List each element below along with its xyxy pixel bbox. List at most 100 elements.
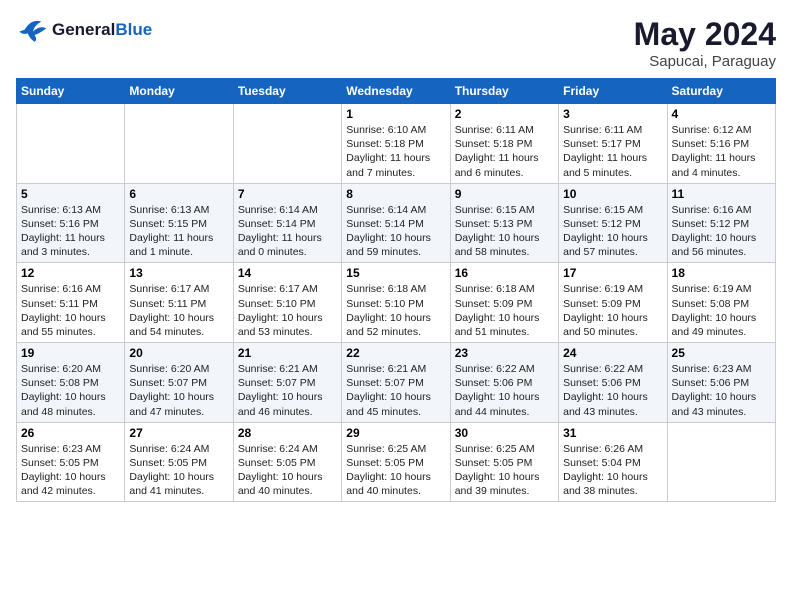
calendar-cell: 7 Sunrise: 6:14 AM Sunset: 5:14 PM Daylig…	[233, 183, 341, 263]
day-number: 21	[238, 346, 337, 360]
day-info: Sunrise: 6:17 AM Sunset: 5:10 PM Dayligh…	[238, 282, 337, 339]
logo: GeneralBlue	[16, 16, 152, 44]
calendar-cell: 12Sunrise: 6:16 AM Sunset: 5:11 PM Dayli…	[17, 263, 125, 343]
day-info: Sunrise: 6:14 AM Sunset: 5:14 PM Dayligh…	[238, 203, 337, 260]
day-number: 5	[21, 187, 120, 201]
day-info: Sunrise: 6:22 AM Sunset: 5:06 PM Dayligh…	[563, 362, 662, 419]
weekday-header-monday: Monday	[125, 79, 233, 104]
day-info: Sunrise: 6:25 AM Sunset: 5:05 PM Dayligh…	[346, 442, 445, 499]
day-info: Sunrise: 6:19 AM Sunset: 5:08 PM Dayligh…	[672, 282, 771, 339]
day-number: 11	[672, 187, 771, 201]
day-info: Sunrise: 6:25 AM Sunset: 5:05 PM Dayligh…	[455, 442, 554, 499]
weekday-header-saturday: Saturday	[667, 79, 775, 104]
day-number: 27	[129, 426, 228, 440]
calendar-cell: 26 Sunrise: 6:23 AM Sunset: 5:05 PM Dayli…	[17, 422, 125, 502]
day-info: Sunrise: 6:15 AM Sunset: 5:13 PM Dayligh…	[455, 203, 554, 260]
day-number: 25	[672, 346, 771, 360]
day-number: 30	[455, 426, 554, 440]
day-number: 7	[238, 187, 337, 201]
calendar-cell: 15 Sunrise: 6:18 AM Sunset: 5:10 PM Dayli…	[342, 263, 450, 343]
day-info: Sunrise: 6:19 AM Sunset: 5:09 PM Dayligh…	[563, 282, 662, 339]
calendar-cell: 14 Sunrise: 6:17 AM Sunset: 5:10 PM Dayli…	[233, 263, 341, 343]
day-number: 10	[563, 187, 662, 201]
calendar-cell: 11Sunrise: 6:16 AM Sunset: 5:12 PM Dayli…	[667, 183, 775, 263]
day-info: Sunrise: 6:18 AM Sunset: 5:09 PM Dayligh…	[455, 282, 554, 339]
weekday-header-tuesday: Tuesday	[233, 79, 341, 104]
day-number: 23	[455, 346, 554, 360]
calendar-cell: 27Sunrise: 6:24 AM Sunset: 5:05 PM Dayli…	[125, 422, 233, 502]
calendar-cell: 31 Sunrise: 6:26 AM Sunset: 5:04 PM Dayli…	[559, 422, 667, 502]
weekday-header-sunday: Sunday	[17, 79, 125, 104]
calendar-cell	[667, 422, 775, 502]
day-info: Sunrise: 6:13 AM Sunset: 5:16 PM Dayligh…	[21, 203, 120, 260]
day-info: Sunrise: 6:11 AM Sunset: 5:18 PM Dayligh…	[455, 123, 554, 180]
day-number: 15	[346, 266, 445, 280]
calendar-cell: 8 Sunrise: 6:14 AM Sunset: 5:14 PM Daylig…	[342, 183, 450, 263]
day-number: 22	[346, 346, 445, 360]
calendar-week-row: 19 Sunrise: 6:20 AM Sunset: 5:08 PM Dayli…	[17, 343, 776, 423]
day-number: 1	[346, 107, 445, 121]
day-info: Sunrise: 6:23 AM Sunset: 5:05 PM Dayligh…	[21, 442, 120, 499]
day-info: Sunrise: 6:17 AM Sunset: 5:11 PM Dayligh…	[129, 282, 228, 339]
day-number: 9	[455, 187, 554, 201]
day-info: Sunrise: 6:20 AM Sunset: 5:08 PM Dayligh…	[21, 362, 120, 419]
weekday-header-row: SundayMondayTuesdayWednesdayThursdayFrid…	[17, 79, 776, 104]
calendar-week-row: 26 Sunrise: 6:23 AM Sunset: 5:05 PM Dayli…	[17, 422, 776, 502]
day-number: 31	[563, 426, 662, 440]
title-block: May 2024 Sapucai, Paraguay	[634, 16, 776, 70]
calendar-cell: 23 Sunrise: 6:22 AM Sunset: 5:06 PM Dayli…	[450, 343, 558, 423]
month-year-title: May 2024	[634, 16, 776, 53]
calendar-cell: 28Sunrise: 6:24 AM Sunset: 5:05 PM Dayli…	[233, 422, 341, 502]
day-number: 29	[346, 426, 445, 440]
day-number: 8	[346, 187, 445, 201]
day-number: 17	[563, 266, 662, 280]
calendar-cell: 1 Sunrise: 6:10 AM Sunset: 5:18 PM Daylig…	[342, 104, 450, 184]
day-number: 4	[672, 107, 771, 121]
calendar-cell: 5 Sunrise: 6:13 AM Sunset: 5:16 PM Daylig…	[17, 183, 125, 263]
day-info: Sunrise: 6:22 AM Sunset: 5:06 PM Dayligh…	[455, 362, 554, 419]
calendar-week-row: 12Sunrise: 6:16 AM Sunset: 5:11 PM Dayli…	[17, 263, 776, 343]
day-number: 24	[563, 346, 662, 360]
logo-text: GeneralBlue	[52, 21, 152, 40]
weekday-header-friday: Friday	[559, 79, 667, 104]
calendar-cell: 21Sunrise: 6:21 AM Sunset: 5:07 PM Dayli…	[233, 343, 341, 423]
day-info: Sunrise: 6:26 AM Sunset: 5:04 PM Dayligh…	[563, 442, 662, 499]
day-info: Sunrise: 6:21 AM Sunset: 5:07 PM Dayligh…	[346, 362, 445, 419]
page-header: GeneralBlue May 2024 Sapucai, Paraguay	[16, 16, 776, 70]
calendar-cell: 16 Sunrise: 6:18 AM Sunset: 5:09 PM Dayli…	[450, 263, 558, 343]
day-number: 18	[672, 266, 771, 280]
calendar-cell	[17, 104, 125, 184]
day-info: Sunrise: 6:12 AM Sunset: 5:16 PM Dayligh…	[672, 123, 771, 180]
day-number: 16	[455, 266, 554, 280]
calendar-cell: 19 Sunrise: 6:20 AM Sunset: 5:08 PM Dayli…	[17, 343, 125, 423]
calendar-cell: 10Sunrise: 6:15 AM Sunset: 5:12 PM Dayli…	[559, 183, 667, 263]
logo-bird-icon	[16, 16, 48, 44]
calendar-cell: 20Sunrise: 6:20 AM Sunset: 5:07 PM Dayli…	[125, 343, 233, 423]
weekday-header-thursday: Thursday	[450, 79, 558, 104]
day-number: 6	[129, 187, 228, 201]
day-number: 3	[563, 107, 662, 121]
calendar-cell	[125, 104, 233, 184]
weekday-header-wednesday: Wednesday	[342, 79, 450, 104]
calendar-cell: 24 Sunrise: 6:22 AM Sunset: 5:06 PM Dayli…	[559, 343, 667, 423]
calendar-cell: 22 Sunrise: 6:21 AM Sunset: 5:07 PM Dayli…	[342, 343, 450, 423]
day-info: Sunrise: 6:18 AM Sunset: 5:10 PM Dayligh…	[346, 282, 445, 339]
calendar-cell: 13Sunrise: 6:17 AM Sunset: 5:11 PM Dayli…	[125, 263, 233, 343]
day-number: 19	[21, 346, 120, 360]
calendar-cell: 9 Sunrise: 6:15 AM Sunset: 5:13 PM Daylig…	[450, 183, 558, 263]
day-info: Sunrise: 6:13 AM Sunset: 5:15 PM Dayligh…	[129, 203, 228, 260]
day-number: 2	[455, 107, 554, 121]
day-info: Sunrise: 6:23 AM Sunset: 5:06 PM Dayligh…	[672, 362, 771, 419]
day-info: Sunrise: 6:24 AM Sunset: 5:05 PM Dayligh…	[238, 442, 337, 499]
day-info: Sunrise: 6:20 AM Sunset: 5:07 PM Dayligh…	[129, 362, 228, 419]
calendar-cell: 3 Sunrise: 6:11 AM Sunset: 5:17 PM Daylig…	[559, 104, 667, 184]
calendar-table: SundayMondayTuesdayWednesdayThursdayFrid…	[16, 78, 776, 502]
calendar-cell	[233, 104, 341, 184]
location-subtitle: Sapucai, Paraguay	[634, 53, 776, 70]
day-info: Sunrise: 6:14 AM Sunset: 5:14 PM Dayligh…	[346, 203, 445, 260]
calendar-cell: 2 Sunrise: 6:11 AM Sunset: 5:18 PM Daylig…	[450, 104, 558, 184]
day-number: 14	[238, 266, 337, 280]
day-info: Sunrise: 6:10 AM Sunset: 5:18 PM Dayligh…	[346, 123, 445, 180]
day-info: Sunrise: 6:11 AM Sunset: 5:17 PM Dayligh…	[563, 123, 662, 180]
day-number: 26	[21, 426, 120, 440]
